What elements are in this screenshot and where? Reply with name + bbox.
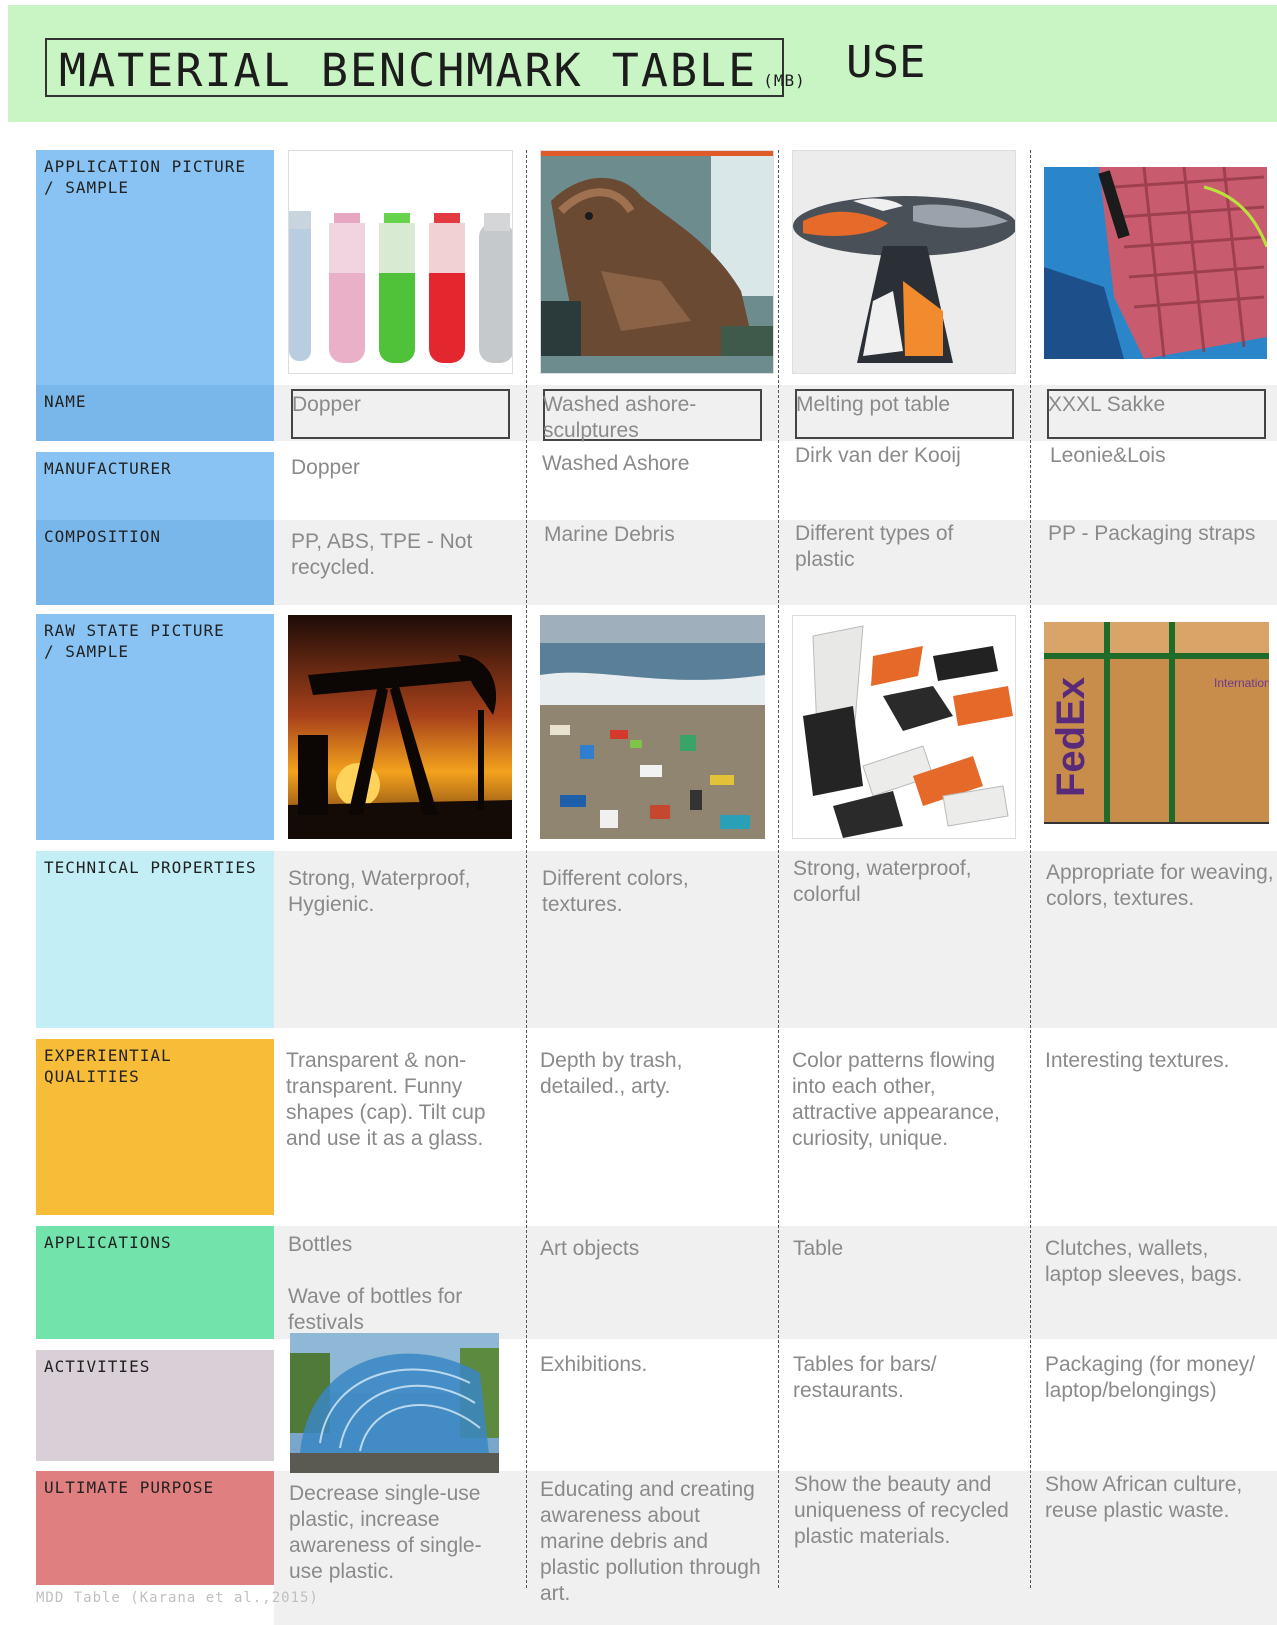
activities-3: Tables for bars/ restaurants. <box>793 1353 937 1402</box>
raw-picture-oil <box>288 615 512 839</box>
strapped-box-image: FedEx Internation <box>1044 622 1269 824</box>
column-divider-2 <box>778 150 779 1588</box>
dopper-bottles-image <box>289 211 512 363</box>
name-dopper: Dopper <box>292 393 361 416</box>
activities-4: Packaging (for money/ laptop/belongings) <box>1045 1353 1256 1402</box>
application-picture-dopper <box>288 150 513 374</box>
label-experiential-qualities: EXPERIENTIAL QUALITIES <box>36 1039 274 1215</box>
woven-bag-image <box>1044 167 1267 359</box>
purpose-2: Educating and creating awareness about m… <box>540 1478 761 1605</box>
sea-lion-sculpture-image <box>541 151 773 356</box>
column-divider-1 <box>526 150 527 1588</box>
melting-pot-table-image <box>793 196 1015 363</box>
label-name: NAME <box>36 385 274 441</box>
footer-source: MDD Table (Karana et al.,2015) <box>36 1590 319 1606</box>
box-logo-lettering: FedEx <box>1049 677 1093 797</box>
technical-2: Different colors, textures. <box>542 867 689 916</box>
applications-4: Clutches, wallets, laptop sleeves, bags. <box>1045 1237 1243 1286</box>
technical-4: Appropriate for weaving, colors, texture… <box>1046 861 1274 910</box>
label-application-picture: APPLICATION PICTURE / SAMPLE <box>36 150 274 385</box>
festival-bottles-picture <box>290 1333 499 1473</box>
title-text: MATERIAL BENCHMARK TABLE <box>59 44 758 97</box>
bottle-wave-installation-image <box>290 1333 499 1473</box>
purpose-1: Decrease single-use plastic, increase aw… <box>289 1482 482 1583</box>
svg-text:Internation: Internation <box>1214 676 1269 690</box>
manufacturer-3: Dirk van der Kooij <box>795 444 961 467</box>
name-melting-pot: Melting pot table <box>796 393 951 416</box>
purpose-3: Show the beauty and uniqueness of recycl… <box>794 1473 1009 1548</box>
activities-2: Exhibitions. <box>540 1353 648 1376</box>
applications-3: Table <box>793 1237 844 1260</box>
title-box: MATERIAL BENCHMARK TABLE (MB) <box>45 38 805 97</box>
page-title: MATERIAL BENCHMARK TABLE (MB) <box>59 44 806 97</box>
technical-1: Strong, Waterproof, Hygienic. <box>288 867 471 916</box>
raw-picture-marine-debris <box>540 615 765 839</box>
composition-3: Different types of plastic <box>795 522 954 571</box>
name-xxxl-sakke: XXXL Sakke <box>1048 393 1166 416</box>
label-ultimate-purpose: ULTIMATE PURPOSE <box>36 1471 274 1585</box>
raw-picture-packaging-box: FedEx Internation <box>1044 617 1269 837</box>
application-picture-melting-pot <box>792 150 1016 374</box>
experiential-3: Color patterns flowing into each other, … <box>792 1049 1000 1150</box>
name-washed-ashore: Washed ashore- sculptures <box>543 393 697 442</box>
header-banner: MATERIAL BENCHMARK TABLE (MB) USE <box>8 5 1277 122</box>
purpose-4: Show African culture, reuse plastic wast… <box>1045 1473 1243 1522</box>
label-applications: APPLICATIONS <box>36 1226 274 1339</box>
plastic-parts-image <box>803 625 1013 838</box>
column-divider-3 <box>1030 150 1031 1588</box>
composition-4: PP - Packaging straps <box>1048 522 1256 545</box>
raw-picture-plastic-pieces <box>792 615 1016 839</box>
plastic-beach-image <box>540 615 765 839</box>
composition-1: PP, ABS, TPE - Not recycled. <box>291 530 473 579</box>
manufacturer-1: Dopper <box>291 456 360 479</box>
label-technical-properties: TECHNICAL PROPERTIES <box>36 851 274 1028</box>
applications-1-extra: Wave of bottles for festivals <box>288 1285 463 1334</box>
title-suffix: (MB) <box>763 71 806 90</box>
label-composition: COMPOSITION <box>36 520 274 605</box>
manufacturer-4: Leonie&Lois <box>1050 444 1166 467</box>
experiential-1: Transparent & non-transparent. Funny sha… <box>286 1049 486 1150</box>
experiential-2: Depth by trash, detailed., arty. <box>540 1049 683 1098</box>
experiential-4: Interesting textures. <box>1045 1049 1230 1072</box>
label-activities: ACTIVITIES <box>36 1350 274 1461</box>
composition-2: Marine Debris <box>544 523 675 546</box>
section-title: USE <box>846 37 926 88</box>
application-picture-washed-ashore <box>540 150 774 374</box>
technical-3: Strong, waterproof, colorful <box>793 857 972 906</box>
applications-2: Art objects <box>540 1237 640 1260</box>
applications-1: Bottles <box>288 1233 353 1256</box>
manufacturer-2: Washed Ashore <box>542 452 690 475</box>
oil-pump-sunset-image <box>288 615 512 839</box>
application-picture-xxxl-sakke <box>1044 167 1267 359</box>
label-raw-state-picture: RAW STATE PICTURE / SAMPLE <box>36 614 274 840</box>
label-manufacturer: MANUFACTURER <box>36 452 274 520</box>
